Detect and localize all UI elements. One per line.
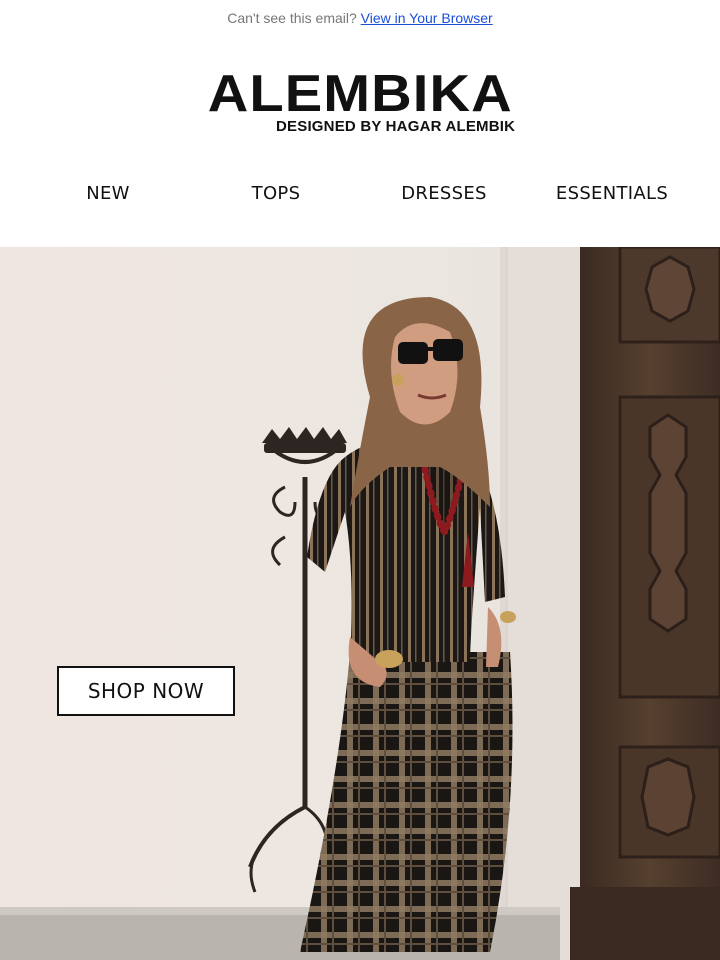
hero-banner[interactable]	[0, 247, 720, 960]
nav-item-dresses[interactable]: DRESSES	[360, 183, 528, 204]
preheader-text: Can't see this email?	[227, 10, 357, 26]
nav-item-essentials[interactable]: ESSENTIALS	[528, 183, 696, 204]
brand-logo[interactable]: ALEMBIKA	[0, 68, 720, 120]
nav-item-new[interactable]: NEW	[24, 183, 192, 204]
brand-tagline: DESIGNED BY HAGAR ALEMBIK	[276, 118, 516, 135]
main-nav: NEW TOPS DRESSES ESSENTIALS	[24, 183, 696, 204]
shop-now-button[interactable]: SHOP NOW	[57, 666, 235, 716]
brand-name: ALEMBIKA	[207, 65, 513, 123]
hero-image	[0, 247, 720, 960]
view-in-browser-link[interactable]: View in Your Browser	[361, 10, 493, 26]
nav-item-tops[interactable]: TOPS	[192, 183, 360, 204]
preheader: Can't see this email? View in Your Brows…	[0, 10, 720, 26]
